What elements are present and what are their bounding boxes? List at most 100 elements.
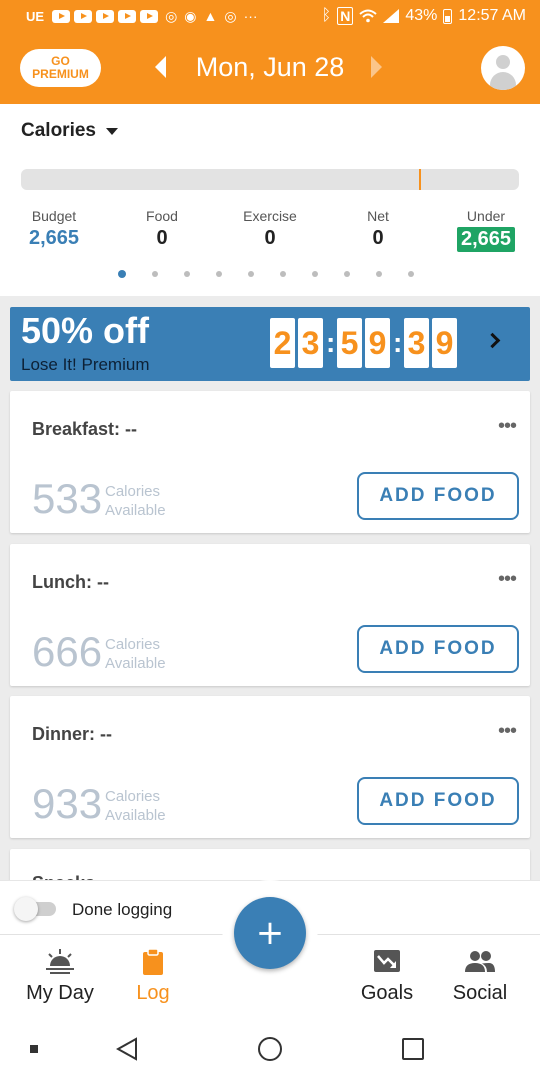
go-premium-button[interactable]: GO PREMIUM bbox=[20, 49, 101, 87]
meal-title: Dinner: -- bbox=[32, 724, 112, 744]
nav-item-goals[interactable]: Goals bbox=[337, 947, 437, 1005]
calorie-progress-bar bbox=[21, 169, 519, 190]
toggle-knob[interactable] bbox=[14, 897, 38, 921]
timer-separator: : bbox=[326, 327, 336, 358]
stat-under-label: Under bbox=[466, 208, 506, 224]
available-label: Available bbox=[105, 502, 166, 519]
timer-digit: 5 bbox=[337, 318, 362, 368]
nfc-icon: N bbox=[337, 7, 354, 25]
page-dot[interactable] bbox=[216, 271, 222, 277]
profile-avatar[interactable] bbox=[481, 46, 525, 90]
nav-label: My Day bbox=[26, 982, 94, 1004]
youtube-icon bbox=[118, 9, 137, 23]
battery-percent: 43% bbox=[405, 7, 438, 24]
timer-digit: 3 bbox=[298, 318, 323, 368]
status-time: 12:57 AM bbox=[458, 7, 526, 24]
more-icon: ··· bbox=[243, 8, 258, 24]
add-food-button[interactable]: ADD FOOD bbox=[357, 777, 519, 825]
instagram-icon: ◎ bbox=[224, 7, 237, 24]
timer-digit: 9 bbox=[365, 318, 390, 368]
more-options-icon[interactable]: ••• bbox=[498, 720, 517, 743]
nav-item-log[interactable]: Log bbox=[103, 947, 203, 1005]
carrier-label: UE bbox=[26, 8, 45, 24]
system-navigation-bar bbox=[0, 1020, 540, 1080]
page-dot[interactable] bbox=[184, 271, 190, 277]
chrome-icon: ◉ bbox=[184, 7, 197, 24]
avatar-head-shape bbox=[496, 55, 510, 69]
calories-available-label: Calories Available bbox=[105, 635, 166, 673]
previous-day-arrow-icon[interactable] bbox=[155, 56, 166, 78]
stat-under-value: 2,665 bbox=[456, 227, 516, 252]
meal-title: Lunch: -- bbox=[32, 572, 109, 592]
add-food-button[interactable]: ADD FOOD bbox=[357, 625, 519, 673]
premium-promo-banner[interactable]: 50% off Lose It! Premium 2 3 : 5 9 : 3 9 bbox=[10, 307, 530, 381]
more-options-icon[interactable]: ••• bbox=[498, 415, 517, 438]
stat-budget: Budget 2,665 bbox=[25, 208, 83, 250]
stat-budget-value: 2,665 bbox=[28, 227, 80, 249]
nav-label: Goals bbox=[360, 982, 414, 1004]
timer-separator: : bbox=[393, 327, 403, 358]
sunrise-icon bbox=[10, 947, 110, 977]
date-title[interactable]: Mon, Jun 28 bbox=[185, 52, 355, 83]
bluetooth-icon: ᛒ bbox=[321, 7, 332, 24]
page-dot[interactable] bbox=[118, 270, 126, 278]
page-dot[interactable] bbox=[312, 271, 318, 277]
stat-food-value: 0 bbox=[156, 227, 168, 249]
meal-card-breakfast[interactable]: Breakfast: -- ••• 533 Calories Available… bbox=[10, 391, 530, 533]
youtube-icon bbox=[52, 9, 71, 23]
nav-dot-icon[interactable] bbox=[30, 1045, 38, 1053]
calories-dropdown-label: Calories bbox=[21, 120, 96, 141]
go-premium-line2: PREMIUM bbox=[32, 67, 89, 81]
recent-apps-icon[interactable] bbox=[402, 1038, 424, 1060]
youtube-icon bbox=[74, 9, 93, 23]
meal-card-dinner[interactable]: Dinner: -- ••• 933 Calories Available AD… bbox=[10, 696, 530, 838]
countdown-timer: 2 3 : 5 9 : 3 9 bbox=[270, 318, 457, 368]
youtube-icon bbox=[140, 9, 159, 23]
meal-title: Breakfast: -- bbox=[32, 419, 138, 439]
stat-food: Food 0 bbox=[132, 208, 192, 250]
back-icon[interactable] bbox=[116, 1037, 138, 1061]
nav-item-social[interactable]: Social bbox=[430, 947, 530, 1005]
progress-marker bbox=[419, 169, 422, 190]
stat-budget-label: Budget bbox=[31, 208, 77, 224]
page-dot[interactable] bbox=[344, 271, 350, 277]
page-dot[interactable] bbox=[376, 271, 382, 277]
promo-subtitle: Lose It! Premium bbox=[21, 355, 150, 374]
available-label: Available bbox=[105, 655, 166, 672]
calories-dropdown[interactable]: Calories bbox=[21, 120, 118, 142]
chart-down-icon bbox=[337, 947, 437, 977]
calories-label: Calories bbox=[105, 788, 161, 805]
warning-icon: ▲ bbox=[203, 8, 218, 24]
more-options-icon[interactable]: ••• bbox=[498, 568, 517, 591]
add-food-button[interactable]: ADD FOOD bbox=[357, 472, 519, 520]
app-header: GO PREMIUM Mon, Jun 28 bbox=[0, 32, 540, 104]
system-status: ᛒ N 43% 12:57 AM bbox=[322, 7, 526, 25]
page-dot[interactable] bbox=[152, 271, 158, 277]
calories-available-label: Calories Available bbox=[105, 482, 166, 520]
calories-available-label: Calories Available bbox=[105, 787, 166, 825]
chevron-right-icon bbox=[484, 332, 501, 349]
available-label: Available bbox=[105, 807, 166, 824]
page-dot[interactable] bbox=[408, 271, 414, 277]
stat-exercise: Exercise 0 bbox=[235, 208, 305, 250]
nav-item-my-day[interactable]: My Day bbox=[10, 947, 110, 1005]
status-bar: UE ◎ ◉ ▲ ◎ ··· ᛒ N 43% 12:57 AM bbox=[0, 0, 540, 32]
youtube-icon bbox=[96, 9, 115, 23]
battery-icon bbox=[443, 8, 453, 24]
meal-card-lunch[interactable]: Lunch: -- ••• 666 Calories Available ADD… bbox=[10, 544, 530, 686]
stat-net-label: Net bbox=[367, 208, 389, 224]
add-entry-fab[interactable]: + bbox=[234, 897, 306, 969]
timer-digit: 2 bbox=[270, 318, 295, 368]
promo-title: 50% off bbox=[21, 310, 150, 351]
timer-digit: 9 bbox=[432, 318, 457, 368]
calories-available-value: 533 bbox=[32, 475, 103, 522]
calories-label: Calories bbox=[105, 483, 161, 500]
page-dot[interactable] bbox=[248, 271, 254, 277]
page-dot[interactable] bbox=[280, 271, 286, 277]
home-icon[interactable] bbox=[258, 1037, 282, 1061]
next-day-arrow-icon[interactable] bbox=[371, 56, 382, 78]
stat-food-label: Food bbox=[146, 208, 178, 224]
stat-net: Net 0 bbox=[350, 208, 406, 250]
calories-available-value: 666 bbox=[32, 628, 103, 675]
calorie-summary-card[interactable]: Calories Budget 2,665 Food 0 Exercise 0 … bbox=[0, 104, 540, 296]
